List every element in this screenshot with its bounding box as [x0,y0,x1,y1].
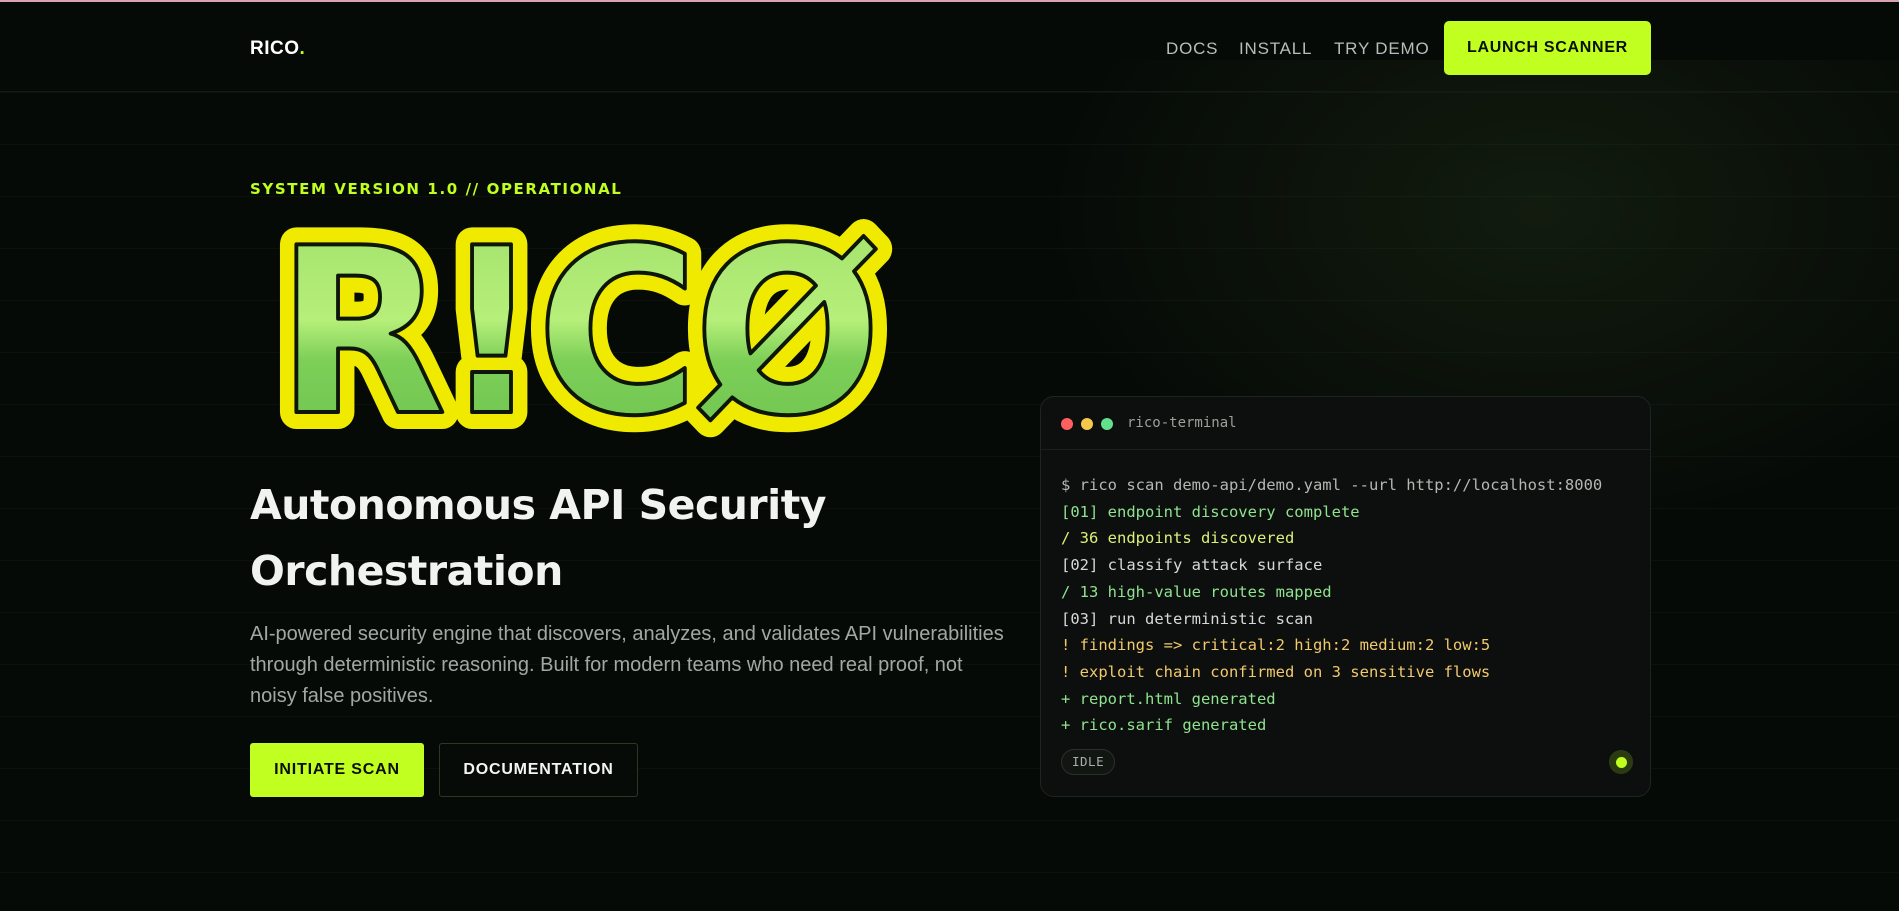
terminal-window: rico-terminal $ rico scan demo-api/demo.… [1040,396,1651,797]
terminal-line: / 36 endpoints discovered [1061,529,1295,548]
documentation-button[interactable]: DOCUMENTATION [439,743,638,797]
terminal-line: [02] classify attack surface [1061,556,1323,575]
terminal-line: [01] endpoint discovery complete [1061,502,1360,521]
maximize-dot-icon[interactable] [1101,418,1113,430]
status-indicator-icon [1609,750,1633,774]
terminal-title: rico-terminal [1127,415,1237,431]
terminal-line: + report.html generated [1061,689,1276,708]
brand-dot: . [299,38,306,59]
terminal-output: $ rico scan demo-api/demo.yaml --url htt… [1061,472,1641,739]
hero-description: AI-powered security engine that discover… [250,623,1004,707]
version-eyebrow: SYSTEM VERSION 1.0 // OPERATIONAL [250,180,623,198]
terminal-titlebar: rico-terminal [1041,397,1650,450]
status-badge: IDLE [1061,749,1116,775]
brand-name: RICO [250,38,300,59]
launch-scanner-button[interactable]: LAUNCH SCANNER [1444,21,1651,75]
initiate-scan-button[interactable]: INITIATE SCAN [250,743,424,797]
nav-docs[interactable]: DOCS [1166,39,1218,59]
terminal-line: ! exploit chain confirmed on 3 sensitive… [1061,662,1491,681]
nav-install[interactable]: INSTALL [1239,39,1312,59]
brand-logo[interactable]: RICO. [250,38,305,60]
terminal-line: ! findings => critical:2 high:2 medium:2… [1061,636,1491,655]
terminal-line: + rico.sarif generated [1061,716,1267,735]
terminal-line: $ rico scan demo-api/demo.yaml --url htt… [1061,476,1603,494]
close-dot-icon[interactable] [1061,418,1073,430]
terminal-line: [03] run deterministic scan [1061,609,1313,628]
logo-fill: R!CØ [276,212,876,442]
headline-line-1: Autonomous API Security [250,481,827,529]
site-header: RICO. DOCS INSTALL TRY DEMO LAUNCH SCANN… [0,2,1899,92]
hero-headline: Autonomous API Security Orchestration [250,472,950,604]
terminal-line: / 13 high-value routes mapped [1061,582,1332,601]
headline-line-2: Orchestration [250,547,563,595]
rico-wordmark-logo: R!CØ R!CØ [259,212,899,442]
nav-try-demo[interactable]: TRY DEMO [1334,39,1430,59]
minimize-dot-icon[interactable] [1081,418,1093,430]
